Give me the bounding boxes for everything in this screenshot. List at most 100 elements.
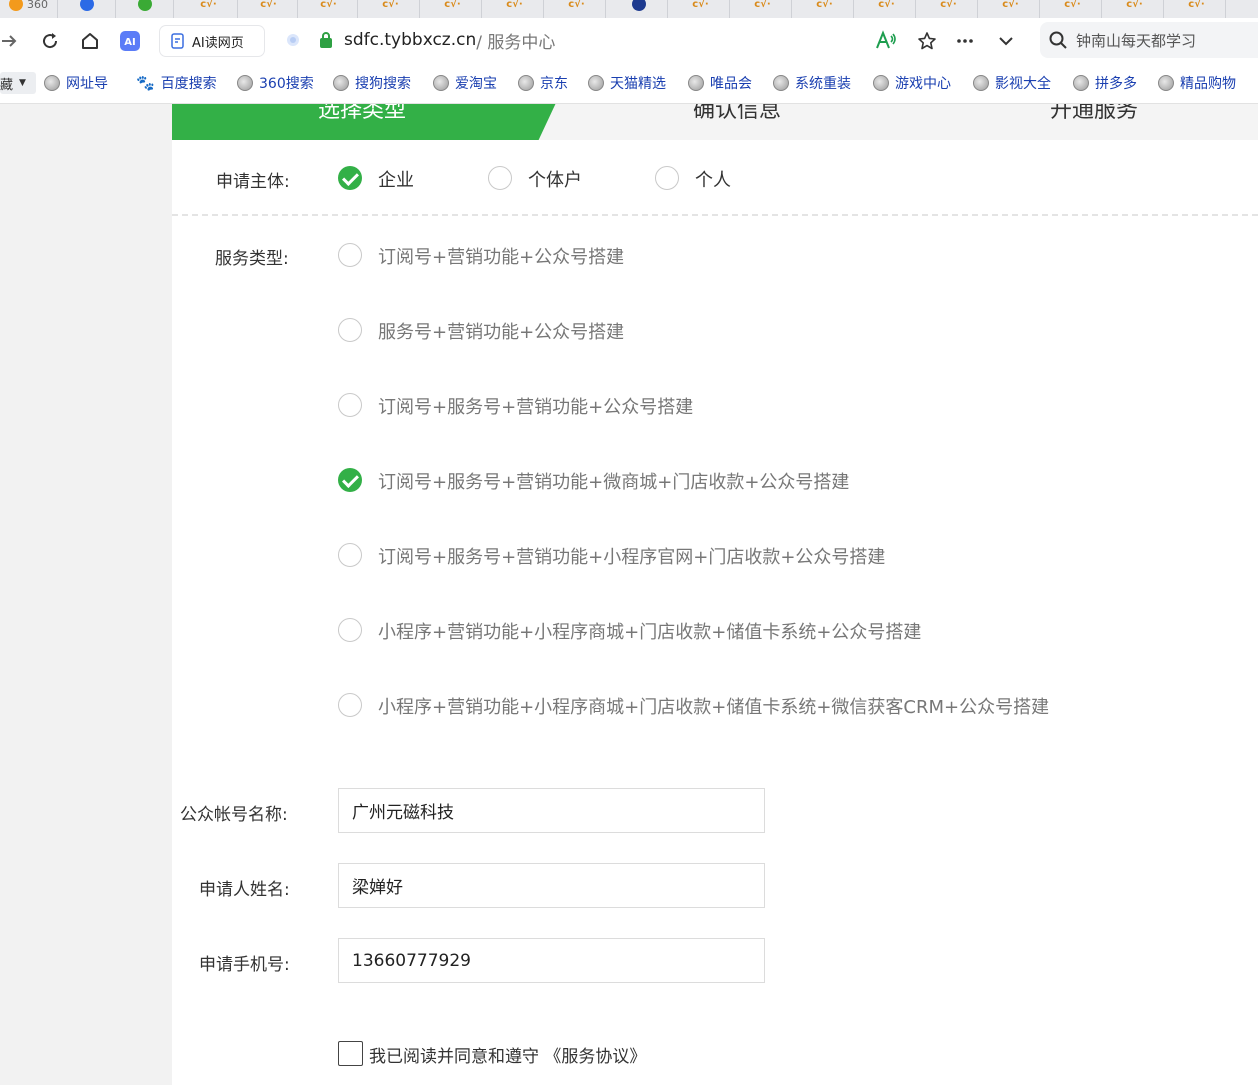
globe-icon — [873, 75, 889, 91]
bookmark-item[interactable]: 拼多多 — [1073, 73, 1137, 93]
tab-favicon-icon: c√· — [940, 0, 957, 10]
search-icon — [1049, 31, 1067, 49]
tab-favicon-icon — [631, 0, 646, 11]
globe-icon — [973, 75, 989, 91]
bookmark-item[interactable]: 搜狗搜索 — [333, 73, 411, 93]
bookmark-item[interactable]: 游戏中心 — [873, 73, 951, 93]
step-confirm-info: 确认信息 — [693, 104, 782, 123]
browser-tab[interactable]: c√· — [300, 0, 358, 18]
subject-radio-individual-business[interactable] — [488, 166, 512, 190]
more-button[interactable] — [952, 28, 978, 54]
phone-label: 申请手机号: — [199, 955, 290, 975]
service-radio-4[interactable] — [338, 468, 362, 492]
lock-icon — [320, 32, 332, 48]
globe-icon — [1073, 75, 1089, 91]
svg-text:AI: AI — [124, 37, 135, 48]
forward-button[interactable] — [0, 28, 22, 54]
service-radio-3[interactable] — [338, 393, 362, 417]
bookmarks-folder[interactable]: 藏 ▼ — [0, 72, 36, 94]
browser-tab[interactable]: c√· — [920, 0, 978, 18]
step-select-type: 选择类型 — [318, 104, 407, 123]
step-progress: 选择类型 确认信息 开通服务 — [172, 104, 1258, 140]
tab-favicon-icon: c√· — [816, 0, 833, 10]
browser-tab[interactable]: c√· — [240, 0, 298, 18]
globe-icon — [1158, 75, 1174, 91]
browser-tab[interactable]: c√· — [734, 0, 792, 18]
tab-favicon-icon: c√· — [692, 0, 709, 10]
browser-tab[interactable]: c√· — [424, 0, 482, 18]
account-name-input[interactable] — [338, 788, 765, 833]
read-aloud-button[interactable] — [873, 28, 899, 54]
service-radio-5[interactable] — [338, 543, 362, 567]
account-name-label: 公众帐号名称: — [180, 805, 288, 825]
ai-read-page-button[interactable]: AI读网页 — [160, 26, 264, 56]
url-path: / 服务中心 — [476, 32, 556, 53]
service-radio-2[interactable] — [338, 318, 362, 342]
subject-radio-enterprise[interactable] — [338, 166, 362, 190]
globe-icon — [518, 75, 534, 91]
browser-tab[interactable]: c√· — [548, 0, 606, 18]
tab-title: 360 — [27, 0, 48, 11]
bookmark-item[interactable]: 影视大全 — [973, 73, 1051, 93]
bookmark-label: 精品购物 — [1180, 76, 1236, 92]
applicant-name-input[interactable] — [338, 863, 765, 908]
agreement-text: 我已阅读并同意和遵守 《服务协议》 — [369, 1047, 647, 1067]
tab-favicon-icon: c√· — [444, 0, 461, 10]
subject-radio-personal[interactable] — [655, 166, 679, 190]
service-option-label: 订阅号+营销功能+公众号搭建 — [378, 247, 625, 268]
bookmark-item[interactable]: 360搜索 — [237, 73, 314, 93]
phone-input[interactable] — [338, 938, 765, 983]
browser-tab[interactable]: 360 — [0, 0, 58, 18]
service-radio-1[interactable] — [338, 243, 362, 267]
step-activate-service: 开通服务 — [1050, 104, 1139, 123]
browser-tab[interactable]: c√· — [1044, 0, 1102, 18]
browser-tab[interactable]: c√· — [1168, 0, 1226, 18]
subject-option-label: 个人 — [695, 170, 731, 191]
bookmark-label: 拼多多 — [1095, 76, 1137, 92]
globe-icon — [237, 75, 253, 91]
bookmark-item[interactable]: 唯品会 — [688, 73, 752, 93]
tab-favicon-icon: c√· — [1002, 0, 1019, 10]
home-button[interactable] — [77, 28, 103, 54]
dropdown-button[interactable] — [993, 28, 1019, 54]
bookmark-label: 百度搜索 — [160, 76, 217, 92]
bookmarks-bar: 藏 ▼ 网址导 🐾 百度搜索 360搜索 搜狗搜索 爱淘宝 京东 天猫精选 唯品会… — [0, 62, 1258, 104]
bookmark-item[interactable]: 🐾 百度搜索 — [136, 73, 217, 93]
bookmark-item[interactable]: 京东 — [518, 73, 568, 93]
agreement-checkbox[interactable] — [338, 1041, 363, 1066]
browser-tab[interactable]: c√· — [796, 0, 854, 18]
browser-tab[interactable]: c√· — [982, 0, 1040, 18]
tab-favicon-icon — [9, 0, 23, 11]
document-edit-icon — [171, 33, 184, 49]
ai-assistant-button[interactable]: AI — [117, 28, 143, 54]
bookmark-item[interactable]: 精品购物 — [1158, 73, 1236, 93]
bookmark-label: 网址导 — [66, 76, 108, 92]
tab-favicon-icon: c√· — [1126, 0, 1143, 10]
browser-tab[interactable]: c√· — [180, 0, 238, 18]
bookmark-item[interactable]: 网址导 — [44, 73, 108, 93]
tab-favicon-icon: c√· — [260, 0, 277, 10]
browser-tab[interactable] — [610, 0, 668, 18]
bookmark-item[interactable]: 爱淘宝 — [433, 73, 497, 93]
ai-read-label: AI读网页 — [192, 35, 244, 51]
bookmark-label: 爱淘宝 — [455, 76, 497, 92]
service-radio-7[interactable] — [338, 693, 362, 717]
paw-icon: 🐾 — [136, 74, 155, 92]
reload-button[interactable] — [37, 28, 63, 54]
favorite-button[interactable] — [914, 28, 940, 54]
bookmark-item[interactable]: 系统重装 — [773, 73, 851, 93]
browser-tab[interactable]: c√· — [858, 0, 916, 18]
browser-tab[interactable] — [116, 0, 174, 18]
home-icon — [82, 33, 98, 49]
browser-tab[interactable] — [58, 0, 116, 18]
service-option-label: 订阅号+服务号+营销功能+小程序官网+门店收款+公众号搭建 — [378, 547, 886, 568]
browser-tab[interactable]: c√· — [672, 0, 730, 18]
search-box[interactable]: 钟南山每天都学习 — [1040, 22, 1258, 58]
bookmark-label: 天猫精选 — [610, 76, 666, 92]
browser-tab[interactable]: c√· — [362, 0, 420, 18]
globe-icon — [44, 75, 60, 91]
bookmark-item[interactable]: 天猫精选 — [588, 73, 666, 93]
service-radio-6[interactable] — [338, 618, 362, 642]
browser-tab[interactable]: c√· — [486, 0, 544, 18]
browser-tab[interactable]: c√· — [1106, 0, 1164, 18]
